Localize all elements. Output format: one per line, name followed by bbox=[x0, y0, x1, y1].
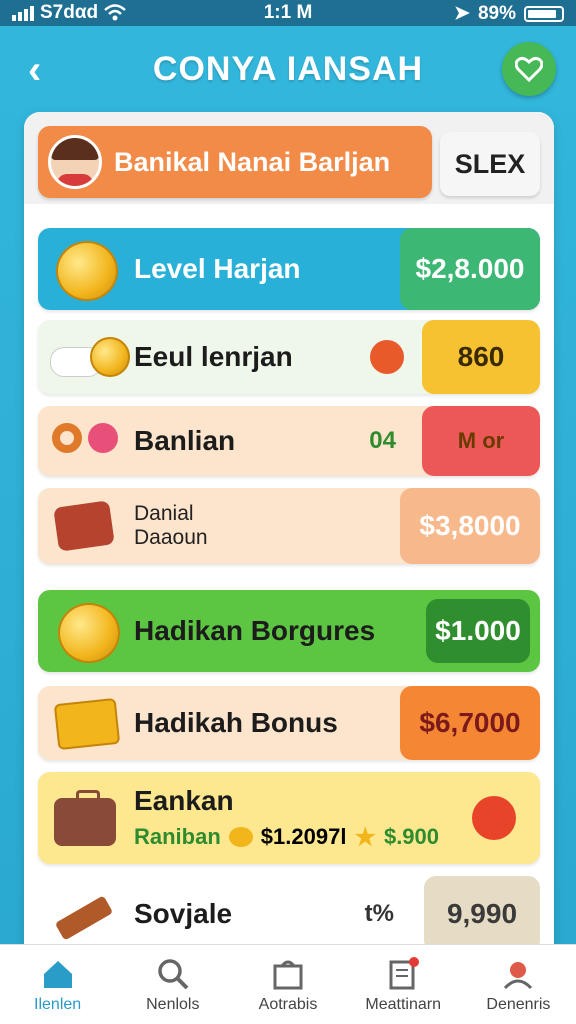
row-value: $1.000 bbox=[426, 599, 530, 663]
nav-item-search[interactable]: Nenlols bbox=[115, 945, 230, 1024]
row-value: M or bbox=[422, 406, 540, 476]
home-icon bbox=[43, 961, 72, 988]
shop-icon bbox=[273, 960, 303, 990]
battery-percent: 89% bbox=[477, 2, 516, 24]
nav-item-shop[interactable]: Aotrabis bbox=[230, 945, 345, 1024]
row-value: 9,990 bbox=[424, 876, 540, 952]
coin-icon bbox=[50, 237, 122, 301]
list-item[interactable]: Danial Daaoun $3,8000 bbox=[38, 488, 540, 564]
location-icon: ➤ bbox=[454, 3, 470, 24]
row-value: 860 bbox=[422, 320, 540, 394]
row-label: Eeul lenrjan bbox=[134, 341, 293, 372]
balloon-icon bbox=[472, 796, 516, 840]
row-value: $2,8.000 bbox=[400, 228, 540, 310]
badge-icon bbox=[370, 340, 404, 374]
row-label: Eankan bbox=[134, 784, 234, 816]
avatar bbox=[48, 135, 102, 189]
row-label: Level Harjan bbox=[134, 253, 301, 284]
profile-name: Banikal Nanai Barljan bbox=[114, 146, 391, 177]
row-label: Hadikah Bonus bbox=[134, 707, 338, 738]
list-item[interactable]: Level Harjan $2,8.000 bbox=[38, 228, 540, 310]
list-item[interactable]: Hadikah Bonus $6,7000 bbox=[38, 686, 540, 760]
row-label: Sovjale bbox=[134, 898, 233, 929]
favorite-button[interactable] bbox=[502, 42, 556, 96]
row-mid: t% bbox=[364, 900, 394, 927]
profile-pill[interactable]: Banikal Nanai Barljan bbox=[38, 126, 432, 198]
row-label: Danial Daaoun bbox=[134, 502, 208, 549]
coin-icon bbox=[50, 599, 122, 663]
nav-item-profile[interactable]: Denenris bbox=[461, 945, 576, 1024]
status-bar: S7dαd 1:1 M ➤ 89% bbox=[0, 0, 576, 26]
row-amount-2: $.900 bbox=[383, 824, 440, 849]
row-value: $3,8000 bbox=[400, 488, 540, 564]
briefcase-icon bbox=[50, 786, 122, 850]
profile-bar: Banikal Nanai Barljan SLEX bbox=[24, 112, 554, 204]
box-icon bbox=[50, 494, 122, 558]
row-label: Banlian bbox=[134, 425, 236, 456]
list-item[interactable]: Eeul lenrjan 860 bbox=[38, 320, 540, 394]
profile-icon bbox=[504, 962, 533, 990]
heart-icon bbox=[515, 56, 543, 82]
row-amount: $1.2097l bbox=[260, 824, 347, 849]
row-sub-label: Raniban bbox=[134, 824, 221, 849]
page-title: CONYA IANSAH bbox=[152, 50, 424, 88]
search-icon bbox=[158, 959, 189, 990]
header: ‹ CONYA IANSAH bbox=[0, 26, 576, 114]
select-button[interactable]: SLEX bbox=[440, 132, 540, 196]
list-item[interactable]: Eankan Raniban $1.2097l ★ $.900 bbox=[38, 772, 540, 864]
app-screen: S7dαd 1:1 M ➤ 89% ‹ CONYA IANSAH Banikal… bbox=[0, 0, 576, 1024]
nav-item-home[interactable]: Ilenlen bbox=[0, 945, 115, 1024]
document-icon bbox=[389, 957, 420, 990]
battery-icon bbox=[524, 5, 564, 22]
nav-item-messages[interactable]: Meattinarn bbox=[346, 945, 461, 1024]
row-value: $6,7000 bbox=[400, 686, 540, 760]
row-count: 04 bbox=[369, 427, 396, 454]
coin-stack-icon bbox=[228, 827, 253, 847]
hammer-icon bbox=[50, 882, 122, 946]
list-item[interactable]: Hadikan Borgures $1.000 bbox=[38, 590, 540, 672]
row-label: Hadikan Borgures bbox=[134, 615, 376, 646]
cloud-coin-icon bbox=[50, 325, 130, 389]
donut-heart-icon bbox=[50, 409, 122, 473]
list-item[interactable]: Sovjale t% 9,990 bbox=[38, 876, 540, 952]
bottom-nav: Ilenlen Nenlols Aotrabis Meattinarn Dene… bbox=[0, 944, 576, 1024]
star-icon: ★ bbox=[354, 823, 376, 851]
list-item[interactable]: Banlian 04 M or bbox=[38, 406, 540, 476]
ticket-icon bbox=[50, 691, 122, 755]
rewards-card: Banikal Nanai Barljan SLEX Level Harjan … bbox=[24, 112, 554, 972]
